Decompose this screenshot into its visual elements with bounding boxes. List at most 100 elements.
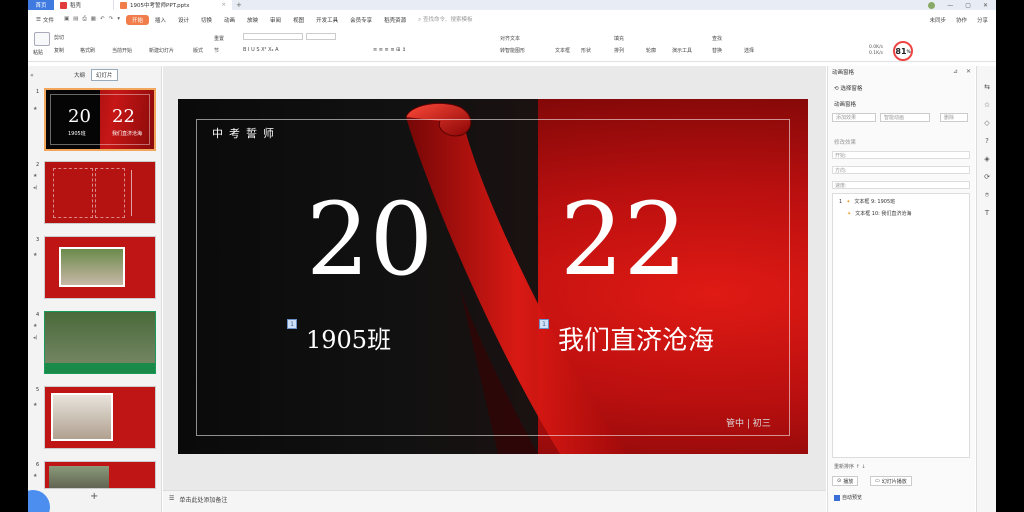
start-field[interactable]: 开始: (832, 151, 970, 159)
current-slide[interactable]: 中考誓师 20 22 1 1905班 1 我们直济沧海 管中 | 初三 (178, 99, 808, 454)
pin-icon[interactable]: ⊿ (953, 68, 958, 75)
slide-thumb-row[interactable]: 5 ★ (28, 384, 162, 454)
menu-design[interactable]: 设计 (172, 16, 195, 24)
footer-text[interactable]: 管中 | 初三 (726, 416, 771, 429)
reset-button[interactable]: 重置 (214, 35, 224, 42)
paste-button[interactable]: 粘贴 (33, 49, 43, 56)
layout-button[interactable]: 版式 (193, 47, 203, 54)
open-icon[interactable]: ▤ (73, 16, 78, 23)
delete-button[interactable]: 删除 (940, 113, 968, 122)
command-search[interactable]: ⌕ 查找命令、搜索模板 (418, 15, 472, 24)
tab-close-icon[interactable]: × (221, 2, 226, 8)
dropdown-icon[interactable]: ▾ (117, 16, 120, 23)
arrange-button[interactable]: 排列 (614, 47, 624, 54)
user-avatar[interactable] (928, 1, 936, 9)
year-left-text[interactable]: 20 (306, 185, 433, 295)
location-icon[interactable]: ⌾ (982, 190, 992, 200)
fill-button[interactable]: 填充 (614, 35, 624, 42)
theme-icon[interactable]: ◈ (982, 154, 992, 164)
collaborate-button[interactable]: 协作 (956, 16, 967, 24)
undo-icon[interactable]: ↶ (100, 16, 105, 23)
slideshow-button[interactable]: ▭ 幻灯片播放 (870, 476, 912, 486)
format-painter-button[interactable]: 格式刷 (80, 47, 95, 54)
transform-icon[interactable]: ⟳ (982, 172, 992, 182)
tab-outline[interactable]: 大纲 (70, 70, 89, 80)
slide-thumb-row[interactable]: 2 ★ ◂) (28, 159, 162, 229)
cut-button[interactable]: 剪切 (54, 34, 64, 41)
collapse-panel-icon[interactable]: « (30, 72, 34, 79)
slide-thumb-row[interactable]: 1 ★ 20 22 1905班 我们直济沧海 (28, 86, 162, 156)
animation-icon[interactable]: ☆ (982, 100, 992, 110)
font-style-buttons[interactable]: B I U S X² X₂ A (243, 47, 279, 53)
add-slide-button[interactable]: + (90, 491, 98, 502)
menu-view[interactable]: 视图 (287, 16, 310, 24)
new-slide-button[interactable]: 新建幻灯片 (149, 47, 174, 54)
tab-home[interactable]: 首页 (28, 0, 54, 10)
shape-icon[interactable]: ◇ (982, 118, 992, 128)
slide-thumb-row[interactable]: 3 ★ (28, 234, 162, 304)
new-tab-button[interactable]: + (232, 1, 246, 9)
animation-list-item[interactable]: ✦ 文本框 10: 我们直济沧海 (847, 210, 911, 218)
slide-thumbnail-1[interactable]: 20 22 1905班 我们直济沧海 (44, 88, 156, 151)
copy-button[interactable]: 复制 (54, 47, 64, 54)
adjust-icon[interactable]: ⇆ (982, 82, 992, 92)
slide-thumbnail-3[interactable] (44, 236, 156, 299)
text-icon[interactable]: T (982, 208, 992, 218)
share-button[interactable]: 分享 (977, 16, 988, 24)
find-button[interactable]: 查找 (712, 35, 722, 42)
tab-slides[interactable]: 幻灯片 (91, 69, 118, 81)
notes-bar[interactable]: ☰ 单击此处添加备注 (163, 490, 826, 512)
menu-developer[interactable]: 开发工具 (310, 16, 344, 24)
save-icon[interactable]: ▣ (64, 16, 69, 23)
section-button[interactable]: 节 (214, 47, 219, 54)
replace-button[interactable]: 替换 (712, 47, 722, 54)
font-size-select[interactable] (306, 33, 336, 40)
paragraph-buttons[interactable]: ≡ ≡ ≡ ≡ ⊞ ↕ (373, 47, 406, 53)
autopreview-checkbox[interactable]: 自动预览 (834, 494, 862, 501)
print-icon[interactable]: ⎙ (82, 16, 86, 23)
align-text-button[interactable]: 对齐文本 (500, 35, 520, 42)
menu-animation[interactable]: 动画 (218, 16, 241, 24)
from-current-button[interactable]: 当前开始 (112, 47, 132, 54)
select-button[interactable]: 选择 (744, 47, 754, 54)
play-button[interactable]: ⊙ 播放 (832, 476, 859, 486)
slide-header-text[interactable]: 中考誓师 (212, 125, 280, 141)
textbox-button[interactable]: 文本框 (555, 47, 570, 54)
speed-field[interactable]: 速度: (832, 181, 970, 189)
class-name-text[interactable]: 1905班 (306, 320, 391, 355)
animation-list-item[interactable]: 1 ✦ 文本框 9: 1905班 (839, 198, 895, 206)
help-icon[interactable]: ? (982, 136, 992, 146)
slide-thumbnail-5[interactable] (44, 386, 156, 449)
slogan-text[interactable]: 我们直济沧海 (558, 320, 714, 357)
add-effect-button[interactable]: 添加效果 (832, 113, 876, 122)
zoom-badge[interactable]: 81% (893, 41, 913, 61)
menu-transition[interactable]: 切换 (195, 16, 218, 24)
close-icon[interactable]: ✕ (983, 2, 988, 9)
outline-button[interactable]: 轮廓 (646, 47, 656, 54)
sync-status[interactable]: 未同步 (929, 16, 946, 24)
slide-thumb-row[interactable]: 4 ★ ◂) (28, 309, 162, 379)
paste-icon[interactable] (34, 32, 50, 46)
animation-pane-title[interactable]: 动画窗格 (832, 68, 854, 76)
menu-member[interactable]: 会员专享 (344, 16, 378, 24)
menu-slideshow[interactable]: 放映 (241, 16, 264, 24)
direction-field[interactable]: 方向: (832, 166, 970, 174)
file-menu[interactable]: ☰ 文件 (32, 16, 58, 24)
slide-thumbnail-4[interactable] (44, 311, 156, 374)
slide-thumbnail-2[interactable] (44, 161, 156, 224)
slide-thumbnail-6[interactable] (44, 461, 156, 489)
menu-docer-resources[interactable]: 稻壳资源 (378, 16, 412, 24)
menu-insert[interactable]: 插入 (149, 16, 172, 24)
tab-docer[interactable]: 稻壳 (54, 0, 114, 10)
menu-review[interactable]: 审阅 (264, 16, 287, 24)
menu-home[interactable]: 开始 (125, 14, 149, 25)
year-right-text[interactable]: 22 (560, 185, 687, 295)
redo-icon[interactable]: ↷ (109, 16, 114, 23)
convert-smartart-button[interactable]: 转智能图形 (500, 47, 525, 54)
presentation-tools-button[interactable]: 演示工具 (672, 47, 692, 54)
select-pane-link[interactable]: ⟲ 选择窗格 (834, 84, 862, 92)
close-pane-icon[interactable]: ✕ (966, 68, 971, 75)
shape-button[interactable]: 形状 (581, 47, 591, 54)
preview-icon[interactable]: ▦ (91, 16, 96, 23)
tab-document[interactable]: 1905中考誓师PPT.pptx × (114, 0, 232, 10)
